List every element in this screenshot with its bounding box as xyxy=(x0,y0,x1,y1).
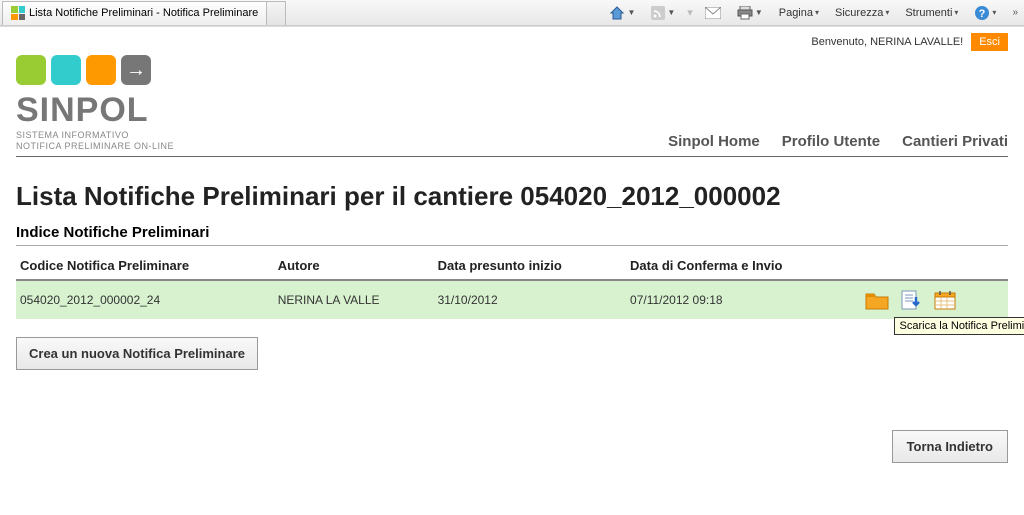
col-autore: Autore xyxy=(274,252,434,280)
create-notification-button[interactable]: Crea un nuova Notifica Preliminare xyxy=(16,337,258,370)
section-title: Indice Notifiche Preliminari xyxy=(16,224,1008,246)
table-row: 054020_2012_000002_24 NERINA LA VALLE 31… xyxy=(16,280,1008,319)
toolbar-pagina[interactable]: Pagina ▾ xyxy=(775,5,823,21)
logo: → SINPOL SISTEMA INFORMATIVO NOTIFICA PR… xyxy=(16,55,174,152)
col-data-inizio: Data presunto inizio xyxy=(434,252,626,280)
dropdown-arrow-icon: ▾ xyxy=(885,8,889,17)
dropdown-arrow-icon: ▾ xyxy=(815,8,819,17)
dropdown-arrow-icon: ▼ xyxy=(755,8,763,17)
logo-text: SINPOL xyxy=(16,91,174,130)
nav-home[interactable]: Sinpol Home xyxy=(668,133,760,150)
favicon-icon xyxy=(11,6,25,20)
overflow-icon[interactable]: » xyxy=(1012,7,1018,18)
back-button[interactable]: Torna Indietro xyxy=(892,430,1008,463)
cell-autore: NERINA LA VALLE xyxy=(274,280,434,319)
dropdown-arrow-icon: ▾ xyxy=(954,8,958,17)
home-icon[interactable]: ▼ xyxy=(605,3,639,23)
welcome-text: Benvenuto, NERINA LAVALLE! xyxy=(811,36,963,48)
notifications-table: Codice Notifica Preliminare Autore Data … xyxy=(16,252,1008,319)
folder-icon[interactable] xyxy=(864,289,890,311)
page-title: Lista Notifiche Preliminari per il canti… xyxy=(16,181,1008,212)
cell-codice: 054020_2012_000002_24 xyxy=(16,280,274,319)
browser-tab-active[interactable]: Lista Notifiche Preliminari - Notifica P… xyxy=(2,1,267,25)
tab-title: Lista Notifiche Preliminari - Notifica P… xyxy=(29,7,258,19)
separator: ▾ xyxy=(687,6,693,19)
userbar: Benvenuto, NERINA LAVALLE! Esci xyxy=(16,33,1008,51)
cell-data-inizio: 31/10/2012 xyxy=(434,280,626,319)
logo-subtitle-2: NOTIFICA PRELIMINARE ON-LINE xyxy=(16,141,174,152)
browser-tab-new[interactable] xyxy=(266,1,286,25)
logout-button[interactable]: Esci xyxy=(971,33,1008,51)
logo-squares-icon: → xyxy=(16,55,174,85)
logo-subtitle-1: SISTEMA INFORMATIVO xyxy=(16,130,174,141)
browser-chrome: Lista Notifiche Preliminari - Notifica P… xyxy=(0,0,1024,26)
feed-icon[interactable]: ▼ xyxy=(647,4,679,22)
col-codice: Codice Notifica Preliminare xyxy=(16,252,274,280)
dropdown-arrow-icon: ▼ xyxy=(627,8,635,17)
tooltip: Scarica la Notifica Preliminare xyxy=(894,317,1024,335)
dropdown-arrow-icon: ▼ xyxy=(667,8,675,17)
viewport: Benvenuto, NERINA LAVALLE! Esci → SINPOL… xyxy=(0,26,1024,515)
toolbar-sicurezza[interactable]: Sicurezza ▾ xyxy=(831,5,893,21)
dropdown-arrow-icon: ▾ xyxy=(992,8,996,17)
svg-text:?: ? xyxy=(979,8,986,20)
col-actions xyxy=(860,252,1008,280)
mail-icon[interactable] xyxy=(701,5,725,21)
download-icon[interactable] xyxy=(898,289,924,311)
help-icon[interactable]: ? ▾ xyxy=(970,3,1000,23)
row-actions: Scarica la Notifica Preliminare xyxy=(864,289,1004,311)
col-data-conferma: Data di Conferma e Invio xyxy=(626,252,859,280)
cell-data-conferma: 07/11/2012 09:18 xyxy=(626,280,859,319)
toolbar-strumenti[interactable]: Strumenti ▾ xyxy=(901,5,962,21)
calendar-icon[interactable] xyxy=(932,289,958,311)
print-icon[interactable]: ▼ xyxy=(733,4,767,22)
browser-toolbar: ▼ ▼ ▾ ▼ Pagina ▾ Sicurezza ▾ Strumenti ▾… xyxy=(605,3,1018,23)
nav-profilo[interactable]: Profilo Utente xyxy=(782,133,880,150)
main-nav: Sinpol Home Profilo Utente Cantieri Priv… xyxy=(668,133,1008,152)
nav-cantieri[interactable]: Cantieri Privati xyxy=(902,133,1008,150)
